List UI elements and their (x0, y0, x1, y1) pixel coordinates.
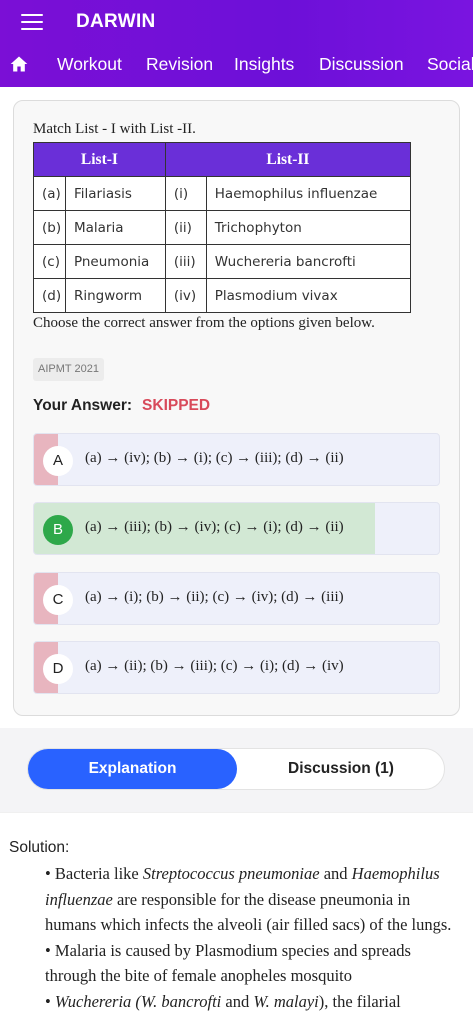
option-c[interactable]: C (a) → (i); (b) → (ii); (c) → (iv); (d)… (33, 572, 440, 625)
list-1-header: List-I (33, 142, 166, 177)
table-row: (c) Pneumonia (iii) Wuchereria bancrofti (33, 244, 412, 279)
nav-workout[interactable]: Workout (57, 54, 122, 75)
table-cell: (i) (164, 176, 207, 211)
question-instruction: Choose the correct answer from the optio… (33, 315, 375, 331)
tab-discussion[interactable]: Discussion (1) (237, 749, 445, 789)
option-b[interactable]: B (a) → (iii); (b) → (iv); (c) → (i); (d… (33, 502, 440, 555)
option-letter: D (43, 654, 73, 684)
match-table: List-I List-II (a) Filariasis (i) Haemop… (33, 142, 412, 313)
option-d[interactable]: D (a) → (ii); (b) → (iii); (c) → (i); (d… (33, 641, 440, 694)
answer-status: SKIPPED (142, 397, 211, 414)
solution-body: • Bacteria like Streptococcus pneumoniae… (45, 861, 460, 1014)
table-cell: Wuchereria bancrofti (205, 244, 412, 279)
table-cell: Haemophilus influenzae (205, 176, 412, 211)
table-cell: Filariasis (64, 176, 166, 211)
table-cell: Pneumonia (64, 244, 166, 279)
nav-discussion[interactable]: Discussion (319, 54, 404, 75)
option-a[interactable]: A (a) → (iv); (b) → (i); (c) → (iii); (d… (33, 433, 440, 486)
table-cell: (c) (33, 244, 66, 279)
table-cell: (iii) (164, 244, 207, 279)
solution-point: • Bacteria like Streptococcus pneumoniae… (45, 864, 452, 934)
menu-icon[interactable] (21, 14, 43, 30)
app-header: DARWIN Workout Revision Insights Discuss… (0, 0, 473, 87)
your-answer: Your Answer: SKIPPED (33, 397, 210, 415)
nav-revision[interactable]: Revision (146, 54, 213, 75)
option-letter: A (43, 446, 73, 476)
option-text: (a) → (iv); (b) → (i); (c) → (iii); (d) … (85, 450, 344, 466)
table-cell: (b) (33, 210, 66, 245)
solution-title: Solution: (9, 839, 70, 856)
answer-label: Your Answer: (33, 397, 133, 414)
option-text: (a) → (ii); (b) → (iii); (c) → (i); (d) … (85, 658, 344, 674)
option-text: (a) → (iii); (b) → (iv); (c) → (i); (d) … (85, 519, 344, 535)
top-bar: DARWIN (0, 0, 473, 45)
table-cell: Malaria (64, 210, 166, 245)
table-row: (b) Malaria (ii) Trichophyton (33, 210, 412, 245)
question-prompt: Match List - I with List -II. (33, 121, 196, 137)
table-row: (d) Ringworm (iv) Plasmodium vivax (33, 278, 412, 313)
table-cell: (a) (33, 176, 66, 211)
nav-insights[interactable]: Insights (234, 54, 294, 75)
option-letter: C (43, 585, 73, 615)
table-row: (a) Filariasis (i) Haemophilus influenza… (33, 176, 412, 211)
home-icon[interactable] (9, 54, 29, 74)
table-cell: Plasmodium vivax (205, 278, 412, 313)
exam-tag: AIPMT 2021 (33, 358, 104, 381)
explanation-tabs: Explanation Discussion (1) (27, 748, 445, 790)
table-cell: Ringworm (64, 278, 166, 313)
option-letter: B (43, 515, 73, 545)
nav-bar: Workout Revision Insights Discussion Soc… (0, 45, 473, 87)
table-cell: (iv) (164, 278, 207, 313)
list-2-header: List-II (164, 142, 412, 177)
nav-social[interactable]: Social (427, 54, 473, 75)
tab-explanation[interactable]: Explanation (28, 749, 237, 789)
solution-panel: Solution: • Bacteria like Streptococcus … (0, 812, 473, 1024)
solution-point: • Wuchereria (W. bancrofti and W. malayi… (45, 991, 401, 1011)
table-cell: (ii) (164, 210, 207, 245)
table-cell: (d) (33, 278, 66, 313)
table-cell: Trichophyton (205, 210, 412, 245)
app-title: DARWIN (76, 11, 156, 32)
option-text: (a) → (i); (b) → (ii); (c) → (iv); (d) →… (85, 589, 344, 605)
solution-point: • Malaria is caused by Plasmodium specie… (45, 940, 411, 986)
